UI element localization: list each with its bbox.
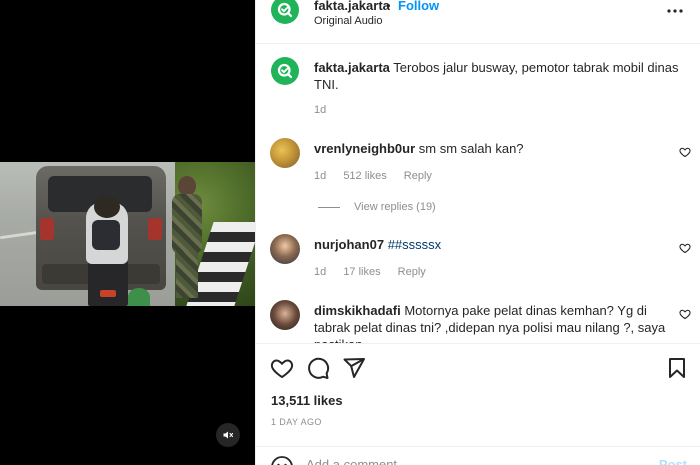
car-taillight-right (148, 218, 162, 240)
soldier-legs (176, 252, 198, 298)
comment-input[interactable] (306, 457, 626, 465)
view-replies-link[interactable]: View replies (19) (318, 201, 436, 213)
soldier-head (178, 176, 196, 196)
likes-count[interactable]: 13,511 likes (271, 393, 343, 408)
rider-backpack (92, 220, 120, 250)
audio-label[interactable]: Original Audio (314, 15, 383, 27)
comment-username[interactable]: dimskikhadafi (314, 303, 401, 318)
comment-likes[interactable]: 512 likes (343, 170, 386, 182)
comment-username[interactable]: vrenlyneighb0ur (314, 141, 415, 156)
speaker-muted-icon (223, 431, 234, 439)
header-separator: • (386, 0, 391, 13)
comment-likes[interactable]: 17 likes (343, 266, 380, 278)
save-bookmark-icon[interactable] (665, 356, 689, 380)
comment-meta: 1d 512 likes Reply (314, 170, 446, 182)
soldier-uniform (172, 194, 202, 254)
caption-timestamp[interactable]: 1d (314, 104, 326, 116)
post-caption: fakta.jakarta Terobos jalur busway, pemo… (314, 59, 684, 93)
post-comment-button[interactable]: Post (659, 457, 687, 465)
comment-avatar[interactable] (270, 300, 300, 330)
comment-body: vrenlyneighb0ur sm sm salah kan? (314, 140, 674, 157)
follow-button[interactable]: Follow (398, 0, 439, 13)
post-date[interactable]: 1 DAY AGO (271, 417, 322, 427)
rider-helmet (94, 196, 120, 218)
comment-text[interactable]: ##sssssx (388, 237, 441, 252)
comment-text: sm sm salah kan? (418, 141, 524, 156)
comment-time[interactable]: 1d (314, 266, 326, 278)
comment-body: nurjohan07 ##sssssx (314, 236, 674, 253)
more-options-icon[interactable] (665, 4, 685, 18)
post-media[interactable] (0, 0, 255, 465)
green-helmet (128, 288, 150, 306)
fakta-logo-icon (277, 63, 293, 79)
like-heart-icon[interactable] (270, 356, 294, 380)
view-replies-label: View replies (19) (354, 201, 436, 213)
comment-heart-icon[interactable] (679, 308, 691, 320)
motorcycle (88, 258, 128, 306)
mute-button[interactable] (216, 423, 240, 447)
comment-item: dimskikhadafi Motornya pake pelat dinas … (256, 300, 700, 343)
comment-heart-icon[interactable] (679, 146, 691, 158)
post-header: fakta.jakarta • Follow Original Audio (256, 0, 700, 44)
profile-avatar[interactable] (271, 0, 299, 24)
caption-username[interactable]: fakta.jakarta (314, 60, 390, 75)
view-replies-line (318, 206, 340, 208)
reply-button[interactable]: Reply (398, 266, 426, 278)
reply-button[interactable]: Reply (404, 170, 432, 182)
post-actions: 13,511 likes 1 DAY AGO Post (256, 343, 700, 465)
comment-meta: 1d 17 likes Reply (314, 266, 440, 278)
video-frame[interactable] (0, 162, 255, 306)
fakta-logo-icon (277, 2, 293, 18)
soldier-figure (170, 176, 204, 300)
post-panel: fakta.jakarta • Follow Original Audio fa… (255, 0, 700, 465)
emoji-icon[interactable] (270, 455, 294, 465)
comment-avatar[interactable] (270, 234, 300, 264)
comment-avatar[interactable] (270, 138, 300, 168)
header-username[interactable]: fakta.jakarta (314, 0, 390, 13)
comment-bubble-icon[interactable] (306, 356, 330, 380)
motorcycle-taillight (100, 290, 116, 297)
comment-heart-icon[interactable] (679, 242, 691, 254)
comment-time[interactable]: 1d (314, 170, 326, 182)
add-comment-bar: Post (256, 446, 700, 465)
car-taillight-left (40, 218, 54, 240)
comment-username[interactable]: nurjohan07 (314, 237, 384, 252)
share-send-icon[interactable] (342, 356, 366, 380)
comment-body: dimskikhadafi Motornya pake pelat dinas … (314, 302, 674, 343)
caption-avatar[interactable] (271, 57, 299, 85)
